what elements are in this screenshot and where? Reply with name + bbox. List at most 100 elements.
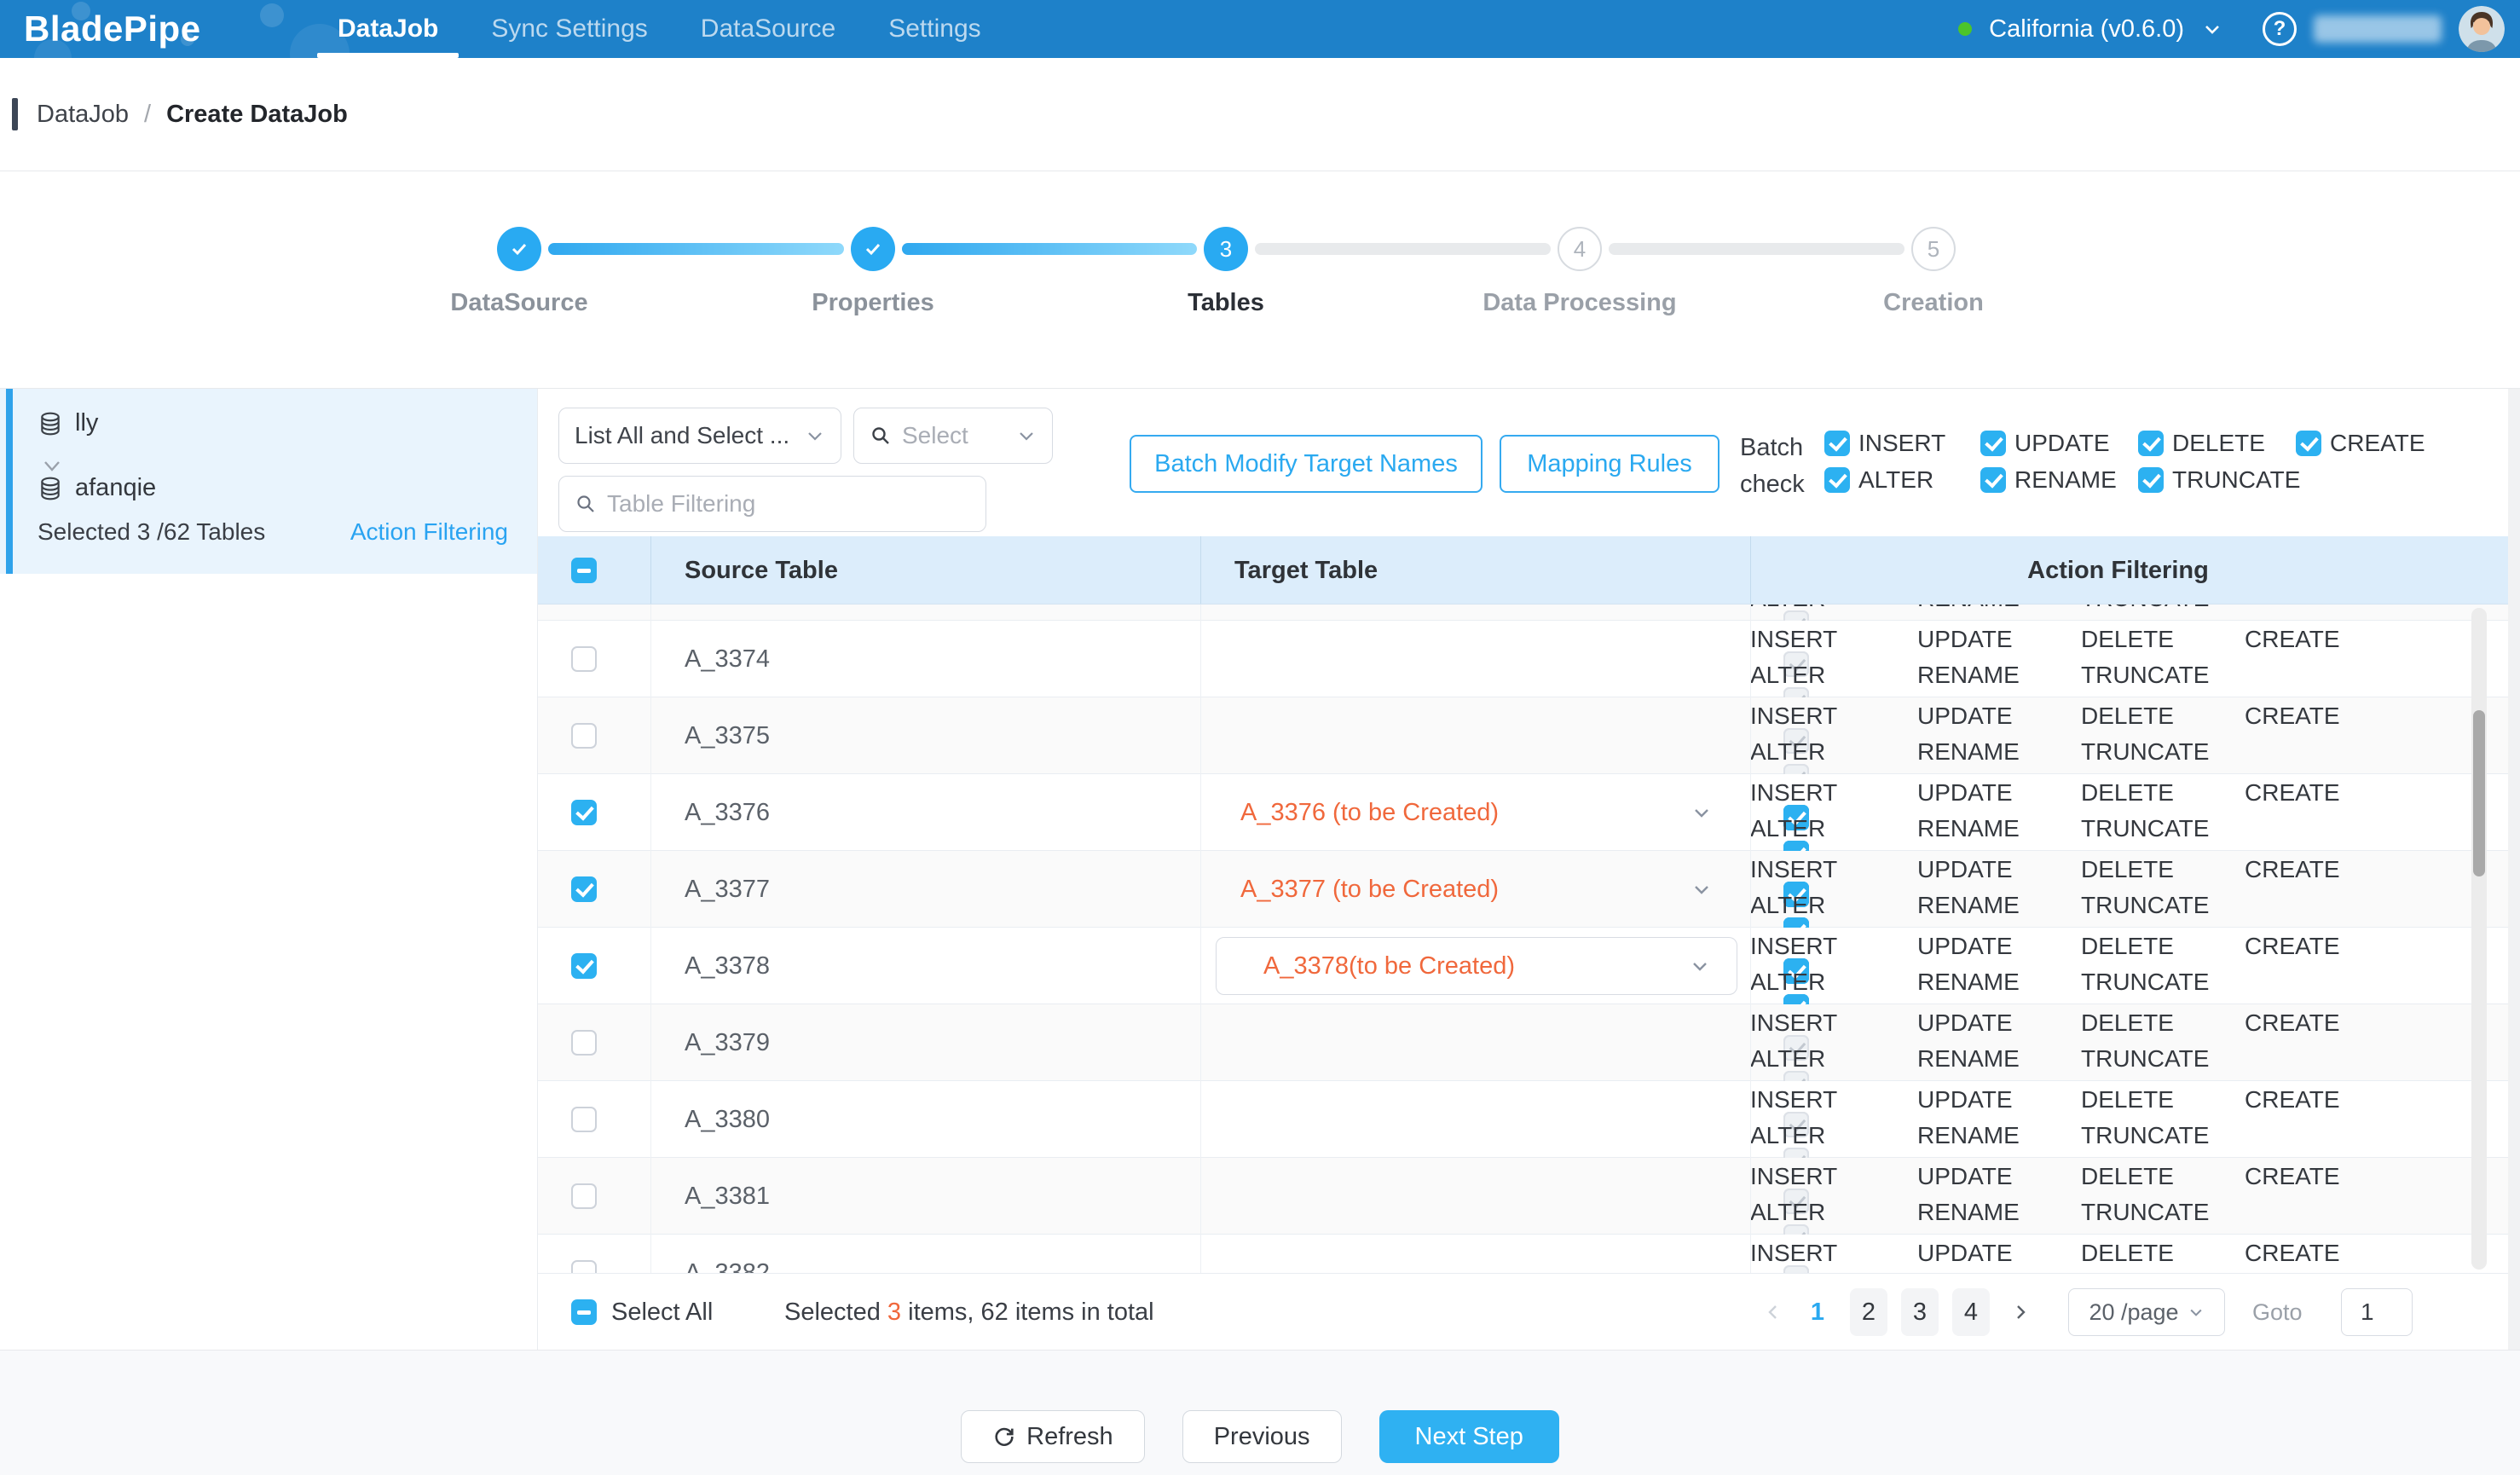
action-rename: RENAME — [1917, 738, 2081, 766]
step-circle-creation[interactable]: 5 — [1911, 227, 1956, 271]
batch-modify-target-names-button[interactable]: Batch Modify Target Names — [1130, 435, 1483, 493]
nav-tab-label: DataJob — [338, 14, 438, 43]
select-all-header-checkbox[interactable] — [571, 558, 597, 583]
summary-count: 3 — [887, 1299, 901, 1326]
target-table-select[interactable]: A_3377 (to be Created) — [1240, 851, 1499, 928]
list-mode-dropdown[interactable]: List All and Select ... — [558, 408, 841, 464]
step-circle-properties[interactable] — [851, 227, 895, 271]
step-circle-data-processing[interactable]: 4 — [1558, 227, 1602, 271]
region-version-label[interactable]: California (v0.6.0) — [1989, 15, 2184, 43]
checkbox-label: RENAME — [1917, 969, 2020, 996]
action-insert: INSERT — [1750, 703, 1917, 730]
row-checkbox[interactable] — [571, 953, 597, 979]
step-circle-datasource[interactable] — [497, 227, 541, 271]
action-update: UPDATE — [1917, 1163, 2081, 1190]
checkbox-truncate[interactable] — [2138, 467, 2164, 493]
next-page-button[interactable] — [2002, 1288, 2039, 1336]
action-filtering-link[interactable]: Action Filtering — [350, 518, 508, 546]
select-all-checkbox[interactable] — [571, 1299, 597, 1325]
checkbox-label: ALTER — [1750, 1045, 1825, 1073]
page-size-select[interactable]: 20 /page — [2068, 1288, 2225, 1336]
schema-sidebar: lly afanqie Selected 3 /62 Tables Action… — [0, 389, 538, 1350]
chevron-down-icon[interactable] — [1691, 878, 1713, 900]
checkbox-label: DELETE — [2081, 1240, 2174, 1267]
chevron-down-icon[interactable] — [2201, 18, 2223, 40]
page-button-4[interactable]: 4 — [1952, 1288, 1990, 1336]
action-delete: DELETE — [2081, 779, 2245, 807]
batch-check-label: Batch check — [1740, 430, 1805, 503]
action-update: UPDATE — [1917, 856, 2081, 883]
checkbox-label: RENAME — [1917, 815, 2020, 842]
page-button-2[interactable]: 2 — [1850, 1288, 1887, 1336]
action-row: ALTERRENAMETRUNCATE — [1750, 969, 2245, 996]
action-create: CREATE — [2245, 933, 2398, 960]
target-table-select[interactable]: A_3376 (to be Created) — [1240, 774, 1499, 851]
table-scrollbar[interactable] — [2471, 608, 2487, 1270]
target-table-name: A_3377 (to be Created) — [1240, 876, 1499, 904]
nav-tab-sync-settings[interactable]: Sync Settings — [491, 0, 647, 58]
select-all-label[interactable]: Select All — [611, 1274, 713, 1351]
breadcrumb-parent[interactable]: DataJob — [37, 101, 129, 129]
target-table-name: A_3378(to be Created) — [1263, 952, 1515, 980]
row-checkbox[interactable] — [571, 1030, 597, 1056]
checkbox-insert[interactable] — [1824, 431, 1850, 456]
row-checkbox[interactable] — [571, 646, 597, 672]
action-insert: INSERT — [1750, 933, 1917, 960]
checkbox-delete[interactable] — [2138, 431, 2164, 456]
table-scrollbar-thumb[interactable] — [2473, 710, 2485, 876]
chevron-down-icon[interactable] — [1691, 801, 1713, 824]
nav-menu: DataJob Sync Settings DataSource Settings — [338, 0, 981, 58]
checkbox-alter[interactable] — [1824, 467, 1850, 493]
action-create: CREATE — [2245, 703, 2398, 730]
page-title: Create DataJob — [166, 101, 348, 129]
nav-tab-datajob[interactable]: DataJob — [338, 0, 438, 58]
window-scrollbar-track[interactable] — [2508, 389, 2520, 1350]
action-truncate: TRUNCATE — [2081, 969, 2245, 996]
database-icon — [38, 411, 63, 437]
row-checkbox[interactable] — [571, 723, 597, 749]
page-button-3[interactable]: 3 — [1901, 1288, 1939, 1336]
checkbox-update[interactable] — [1980, 431, 2006, 456]
target-table-select[interactable]: A_3378(to be Created) — [1216, 937, 1737, 995]
checkbox-label: TRUNCATE — [2081, 815, 2209, 842]
next-step-button[interactable]: Next Step — [1379, 1410, 1559, 1463]
step-connector — [1609, 243, 1904, 255]
help-icon[interactable]: ? — [2263, 12, 2297, 46]
checkbox-label: INSERT — [1858, 430, 1945, 457]
prev-page-button[interactable] — [1754, 1288, 1792, 1336]
goto-label: Goto — [2252, 1274, 2303, 1351]
row-checkbox[interactable] — [571, 1183, 597, 1209]
nav-tab-settings[interactable]: Settings — [888, 0, 980, 58]
table-filter-input[interactable] — [607, 490, 970, 518]
action-rename: RENAME — [1917, 1122, 2081, 1149]
row-checkbox[interactable] — [571, 1107, 597, 1132]
checkbox-label: TRUNCATE — [2081, 892, 2209, 919]
action-truncate: TRUNCATE — [2081, 738, 2245, 766]
avatar[interactable] — [2459, 6, 2505, 52]
goto-page-input[interactable] — [2341, 1288, 2413, 1336]
checkbox-create[interactable] — [2296, 431, 2321, 456]
schema-card[interactable]: lly afanqie Selected 3 /62 Tables Action… — [0, 389, 537, 574]
select-dropdown[interactable]: Select — [853, 408, 1053, 464]
row-checkbox[interactable] — [571, 876, 597, 902]
step-circle-tables[interactable]: 3 — [1204, 227, 1248, 271]
checkbox-label: DELETE — [2081, 1086, 2174, 1113]
source-schema-name: lly — [75, 409, 98, 437]
mapping-rules-button[interactable]: Mapping Rules — [1500, 435, 1719, 493]
row-checkbox[interactable] — [571, 800, 597, 825]
checkbox-rename[interactable] — [1980, 467, 2006, 493]
checkbox-label: UPDATE — [1917, 1240, 2013, 1267]
target-table-header: Target Table — [1234, 536, 1378, 604]
refresh-button[interactable]: Refresh — [961, 1410, 1145, 1463]
check-icon — [508, 238, 530, 260]
action-insert: INSERT — [1750, 1240, 1917, 1267]
source-table-cell: A_3376 — [685, 774, 770, 851]
brand-logo[interactable]: BladePipe — [24, 9, 201, 49]
checkbox-label: DELETE — [2081, 1009, 2174, 1037]
nav-tab-datasource[interactable]: DataSource — [701, 0, 835, 58]
previous-button[interactable]: Previous — [1182, 1410, 1342, 1463]
step-number: 5 — [1928, 236, 1939, 263]
page-button-1[interactable]: 1 — [1799, 1288, 1836, 1336]
row-checkbox[interactable] — [571, 1260, 597, 1273]
action-filtering-cell: INSERTUPDATEDELETECREATEALTERRENAMETRUNC… — [1750, 697, 2486, 774]
